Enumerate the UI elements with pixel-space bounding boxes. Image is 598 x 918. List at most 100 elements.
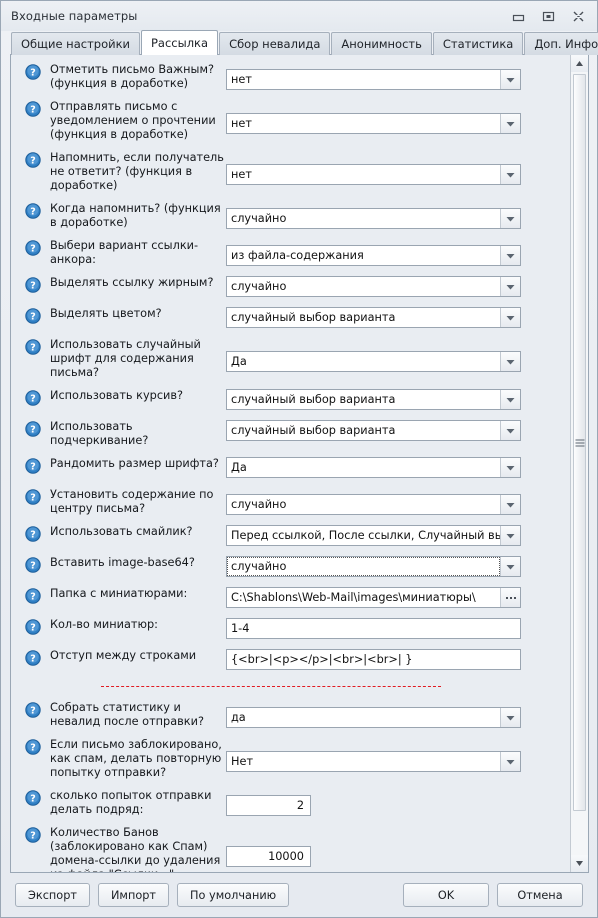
cancel-button[interactable]: Отмена xyxy=(497,883,583,907)
dropdown-value: случайный выбор варианта xyxy=(231,424,396,437)
setting-label: Отступ между строками xyxy=(50,649,197,662)
tab-4[interactable]: Статистика xyxy=(432,32,524,55)
tab-0[interactable]: Общие настройки xyxy=(11,32,140,55)
dropdown-arrow-button[interactable] xyxy=(500,390,520,409)
restore-button[interactable] xyxy=(533,5,563,27)
scrollbar-thumb[interactable] xyxy=(573,74,586,811)
help-icon-button[interactable]: ? xyxy=(25,619,41,635)
dropdown-arrow-button[interactable] xyxy=(500,277,520,296)
dropdown-value: случайно xyxy=(231,280,287,293)
setting-dropdown[interactable]: нет xyxy=(226,69,521,90)
scrollbar-track[interactable] xyxy=(571,72,588,855)
help-icon-button[interactable]: ? xyxy=(25,489,41,505)
setting-dropdown[interactable]: нет xyxy=(226,164,521,185)
help-icon-button[interactable]: ? xyxy=(25,101,41,117)
dropdown-arrow-button[interactable] xyxy=(500,526,520,545)
setting-control-wrap: нет xyxy=(226,63,560,91)
help-icon-button[interactable]: ? xyxy=(25,790,41,806)
dropdown-arrow-button[interactable] xyxy=(500,421,520,440)
help-icon: ? xyxy=(25,101,41,117)
dropdown-arrow-button[interactable] xyxy=(500,495,520,514)
dropdown-arrow-button[interactable] xyxy=(500,70,520,89)
setting-row: ? Отметить письмо Важным? (функция в дора… xyxy=(11,63,570,91)
setting-dropdown[interactable]: Да xyxy=(226,351,521,372)
help-icon-button[interactable]: ? xyxy=(25,739,41,755)
scroll-up-button[interactable] xyxy=(571,55,588,72)
setting-dropdown[interactable]: случайный выбор варианта xyxy=(226,420,521,441)
help-icon-button[interactable]: ? xyxy=(25,702,41,718)
help-icon-button[interactable]: ? xyxy=(25,557,41,573)
help-icon-button[interactable]: ? xyxy=(25,203,41,219)
setting-control-wrap: нет xyxy=(226,151,560,186)
minimize-button[interactable] xyxy=(503,5,533,27)
scroll-down-button[interactable] xyxy=(571,855,588,872)
help-icon-button[interactable]: ? xyxy=(25,650,41,666)
setting-text-input[interactable]: 1-4 xyxy=(226,618,521,639)
svg-text:?: ? xyxy=(30,104,36,115)
dropdown-arrow-button[interactable] xyxy=(500,209,520,228)
tab-1[interactable]: Рассылка xyxy=(141,30,219,55)
tab-label: Рассылка xyxy=(151,36,209,50)
help-icon-button[interactable]: ? xyxy=(25,152,41,168)
help-icon-button[interactable]: ? xyxy=(25,526,41,542)
help-icon: ? xyxy=(25,203,41,219)
browse-ellipsis-button[interactable] xyxy=(500,588,520,607)
dropdown-arrow-button[interactable] xyxy=(500,165,520,184)
setting-dropdown[interactable]: Нет xyxy=(226,751,521,772)
setting-row: ? Напомнить, если получатель не ответит? … xyxy=(11,151,570,193)
vertical-scrollbar[interactable] xyxy=(570,55,588,872)
dropdown-value: случайный выбор варианта xyxy=(231,393,396,406)
setting-dropdown[interactable]: Да xyxy=(226,457,521,478)
setting-control-wrap: да xyxy=(226,701,560,729)
import-button[interactable]: Импорт xyxy=(97,883,170,907)
setting-row: ? Использовать подчеркивание? случайный вы… xyxy=(11,420,570,448)
dropdown-arrow-button[interactable] xyxy=(500,557,520,576)
ok-button[interactable]: OK xyxy=(403,883,489,907)
setting-dropdown[interactable]: случайный выбор варианта xyxy=(226,307,521,328)
help-icon-button[interactable]: ? xyxy=(25,421,41,437)
help-icon-button[interactable]: ? xyxy=(25,277,41,293)
setting-dropdown[interactable]: случайно xyxy=(226,276,521,297)
help-icon-button[interactable]: ? xyxy=(25,308,41,324)
setting-dropdown[interactable]: случайный выбор варианта xyxy=(226,389,521,410)
tab-3[interactable]: Анонимность xyxy=(331,32,432,55)
setting-control-wrap: 2 xyxy=(226,789,560,817)
tab-2[interactable]: Сбор невалида xyxy=(219,32,331,55)
dropdown-arrow-button[interactable] xyxy=(500,308,520,327)
setting-dropdown[interactable]: случайно xyxy=(226,494,521,515)
dropdown-arrow-button[interactable] xyxy=(500,246,520,265)
help-icon-button[interactable]: ? xyxy=(25,240,41,256)
dropdown-arrow-button[interactable] xyxy=(500,458,520,477)
setting-label: Если письмо заблокировано, как спам, дел… xyxy=(50,738,222,779)
setting-row: ? Папка с миниатюрами: C:\Shablons\Web-Mai… xyxy=(11,587,570,609)
setting-dropdown[interactable]: нет xyxy=(226,113,521,134)
help-icon: ? xyxy=(25,152,41,168)
setting-text-input[interactable]: {<br>|<p></p>|<br>|<br>| } xyxy=(226,649,521,670)
setting-number-input[interactable]: 10000 xyxy=(226,846,311,867)
help-icon-button[interactable]: ? xyxy=(25,827,41,843)
help-icon-button[interactable]: ? xyxy=(25,339,41,355)
setting-dropdown[interactable]: случайно xyxy=(226,208,521,229)
export-button[interactable]: Экспорт xyxy=(15,883,90,907)
setting-dropdown[interactable]: Перед ссылкой, После ссылки, Случайный в… xyxy=(226,525,521,546)
setting-dropdown[interactable]: да xyxy=(226,707,521,728)
close-button[interactable] xyxy=(563,5,593,27)
settings-scroll-area: ? Отметить письмо Важным? (функция в дора… xyxy=(11,55,570,872)
dropdown-arrow-button[interactable] xyxy=(500,752,520,771)
setting-label: Собрать статистику и невалид после отпра… xyxy=(50,701,204,728)
defaults-button[interactable]: По умолчанию xyxy=(177,883,290,907)
setting-dropdown[interactable]: из файла-содержания xyxy=(226,245,521,266)
help-icon-button[interactable]: ? xyxy=(25,458,41,474)
setting-label: Количество Банов (заблокировано как Спам… xyxy=(50,826,221,872)
setting-label: Когда напомнить? (функция в доработке) xyxy=(50,202,221,229)
folder-path-input[interactable]: C:\Shablons\Web-Mail\images\миниатюры\ xyxy=(226,587,521,608)
dropdown-arrow-button[interactable] xyxy=(500,352,520,371)
setting-number-input[interactable]: 2 xyxy=(226,795,311,816)
setting-dropdown[interactable]: случайно xyxy=(226,556,521,577)
dropdown-arrow-button[interactable] xyxy=(500,114,520,133)
dropdown-arrow-button[interactable] xyxy=(500,708,520,727)
help-icon-button[interactable]: ? xyxy=(25,390,41,406)
help-icon-button[interactable]: ? xyxy=(25,64,41,80)
help-icon-button[interactable]: ? xyxy=(25,588,41,604)
tab-5[interactable]: Доп. Информация xyxy=(524,32,598,55)
